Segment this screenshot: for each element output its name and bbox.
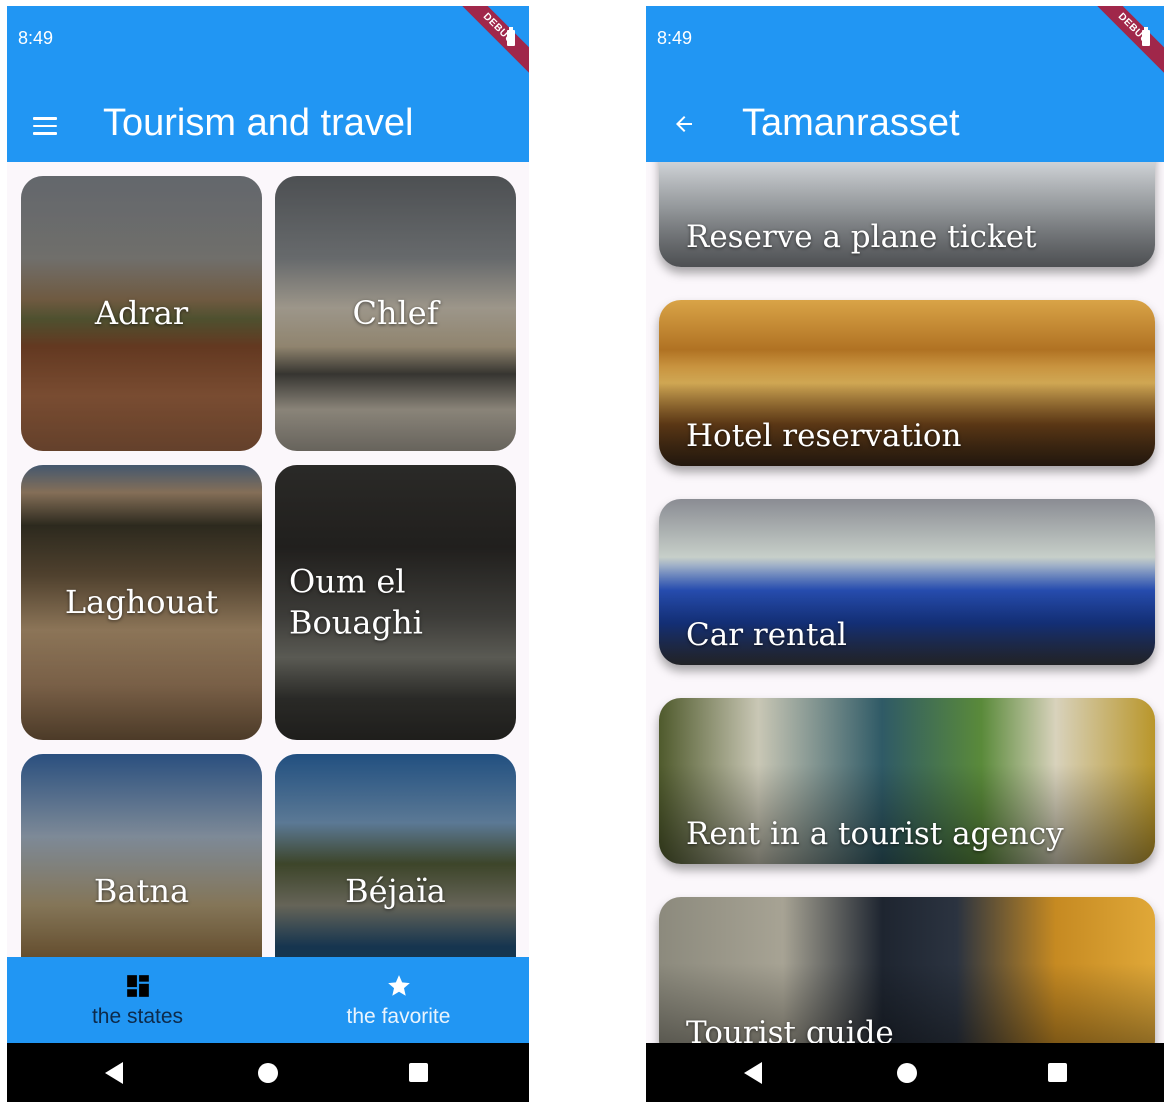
back-arrow-icon[interactable] xyxy=(672,112,696,136)
state-detail-screen: Reserve a plane ticket Hotel reservation… xyxy=(646,6,1164,1102)
system-home-icon[interactable] xyxy=(897,1063,917,1083)
state-tile-laghouat[interactable]: Laghouat xyxy=(21,465,262,740)
nav-item-favorite[interactable]: the favorite xyxy=(268,957,529,1043)
dashboard-icon xyxy=(126,975,149,997)
service-label: Hotel reservation xyxy=(686,418,962,454)
service-card-tourist-guide[interactable]: Tourist guide xyxy=(659,897,1155,1063)
nav-label-favorite: the favorite xyxy=(346,1005,451,1028)
system-navigation-bar xyxy=(7,1043,529,1102)
state-label: Béjaïa xyxy=(345,871,446,910)
status-time: 8:49 xyxy=(18,28,54,48)
battery-icon xyxy=(1142,27,1150,46)
state-tile-chlef[interactable]: Chlef xyxy=(275,176,516,451)
system-back-icon[interactable] xyxy=(105,1062,123,1084)
page-title: Tamanrasset xyxy=(742,102,960,144)
system-navigation-bar xyxy=(646,1043,1164,1102)
service-card-hotel[interactable]: Hotel reservation xyxy=(659,300,1155,466)
nav-item-states[interactable]: the states xyxy=(7,957,268,1043)
status-time: 8:49 xyxy=(657,28,693,48)
states-grid: Adrar Chlef Laghouat Oum el Bouaghi Batn… xyxy=(21,176,516,1029)
service-label: Rent in a tourist agency xyxy=(686,816,1064,852)
system-back-icon[interactable] xyxy=(744,1062,762,1084)
service-card-tourist-agency[interactable]: Rent in a tourist agency xyxy=(659,698,1155,864)
menu-icon[interactable] xyxy=(33,117,57,135)
state-label: Adrar xyxy=(94,293,189,332)
state-label: Oum el Bouaghi xyxy=(289,561,423,642)
nav-label-states: the states xyxy=(91,1005,184,1028)
app-bar: 8:49 DEBUG Tourism and travel xyxy=(7,6,529,162)
debug-banner: DEBUG xyxy=(1080,6,1164,82)
services-list: Reserve a plane ticket Hotel reservation… xyxy=(659,69,1155,1096)
app-bar: 8:49 DEBUG Tamanrasset xyxy=(646,6,1164,162)
page-title: Tourism and travel xyxy=(103,102,414,144)
battery-icon xyxy=(507,27,515,46)
service-card-car-rental[interactable]: Car rental xyxy=(659,499,1155,665)
star-icon xyxy=(387,975,410,996)
state-tile-adrar[interactable]: Adrar xyxy=(21,176,262,451)
state-label: Batna xyxy=(93,871,190,910)
system-home-icon[interactable] xyxy=(258,1063,278,1083)
service-label: Car rental xyxy=(686,617,847,653)
debug-banner: DEBUG xyxy=(445,6,529,82)
states-screen: 8:49 DEBUG Tourism and travel Adrar Chle… xyxy=(7,6,529,1102)
state-tile-oum-el-bouaghi[interactable]: Oum el Bouaghi xyxy=(275,465,516,740)
system-recents-icon[interactable] xyxy=(409,1063,428,1082)
state-label: Chlef xyxy=(352,293,439,332)
state-label: Laghouat xyxy=(64,582,219,621)
system-recents-icon[interactable] xyxy=(1048,1063,1067,1082)
bottom-navigation: the states the favorite xyxy=(7,957,529,1043)
service-label: Reserve a plane ticket xyxy=(686,219,1037,255)
